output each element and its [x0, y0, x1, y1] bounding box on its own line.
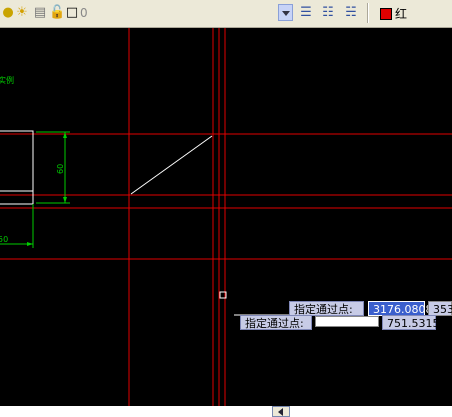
dim-vertical-text: 60 [56, 164, 65, 174]
toolbar-separator [367, 3, 369, 23]
drawing-canvas[interactable]: 60 50 实例 [0, 28, 452, 406]
layer-dropdown-button[interactable] [278, 4, 293, 21]
layer-color-icon[interactable]: □ [64, 5, 80, 21]
sun-icon[interactable]: ☀ [14, 5, 30, 21]
dim-horizontal-text: 50 [0, 235, 8, 244]
layer-toolbar: ● ☀ ▤ 🔓 □ 0 ☰ ☷ ☵ 红 [0, 0, 452, 28]
rectangle-shape [0, 130, 34, 205]
lock-icon[interactable]: 🔓 [49, 5, 65, 21]
layer-state-icon[interactable]: ☷ [320, 5, 336, 21]
dynamic-input-x-ghost[interactable] [315, 316, 379, 327]
dynamic-input-y-ghost[interactable]: 751.5315 [382, 315, 440, 330]
annotation-text: 实例 [0, 75, 14, 85]
dim-arrow [63, 132, 67, 138]
layer-previous-icon[interactable]: ☰ [298, 5, 314, 21]
layout-tab-bar [0, 406, 452, 417]
color-swatch[interactable] [380, 8, 392, 20]
dynamic-input-x[interactable]: 3176.0808 [368, 301, 433, 316]
dim-arrow [27, 242, 33, 246]
color-label[interactable]: 红 [395, 5, 407, 22]
dynamic-input-label: 指定通过点: [289, 301, 364, 316]
dynamic-input-label-ghost: 指定通过点: [240, 315, 312, 330]
dim-arrow [63, 197, 67, 203]
dynamic-input-y[interactable]: 353 [428, 301, 452, 316]
layer-name[interactable]: 0 [80, 6, 88, 20]
freeze-viewport-icon[interactable]: ▤ [32, 5, 48, 21]
diagonal-line [130, 135, 213, 195]
layer-isolate-icon[interactable]: ☵ [343, 5, 359, 21]
scroll-left-button[interactable] [272, 406, 290, 417]
